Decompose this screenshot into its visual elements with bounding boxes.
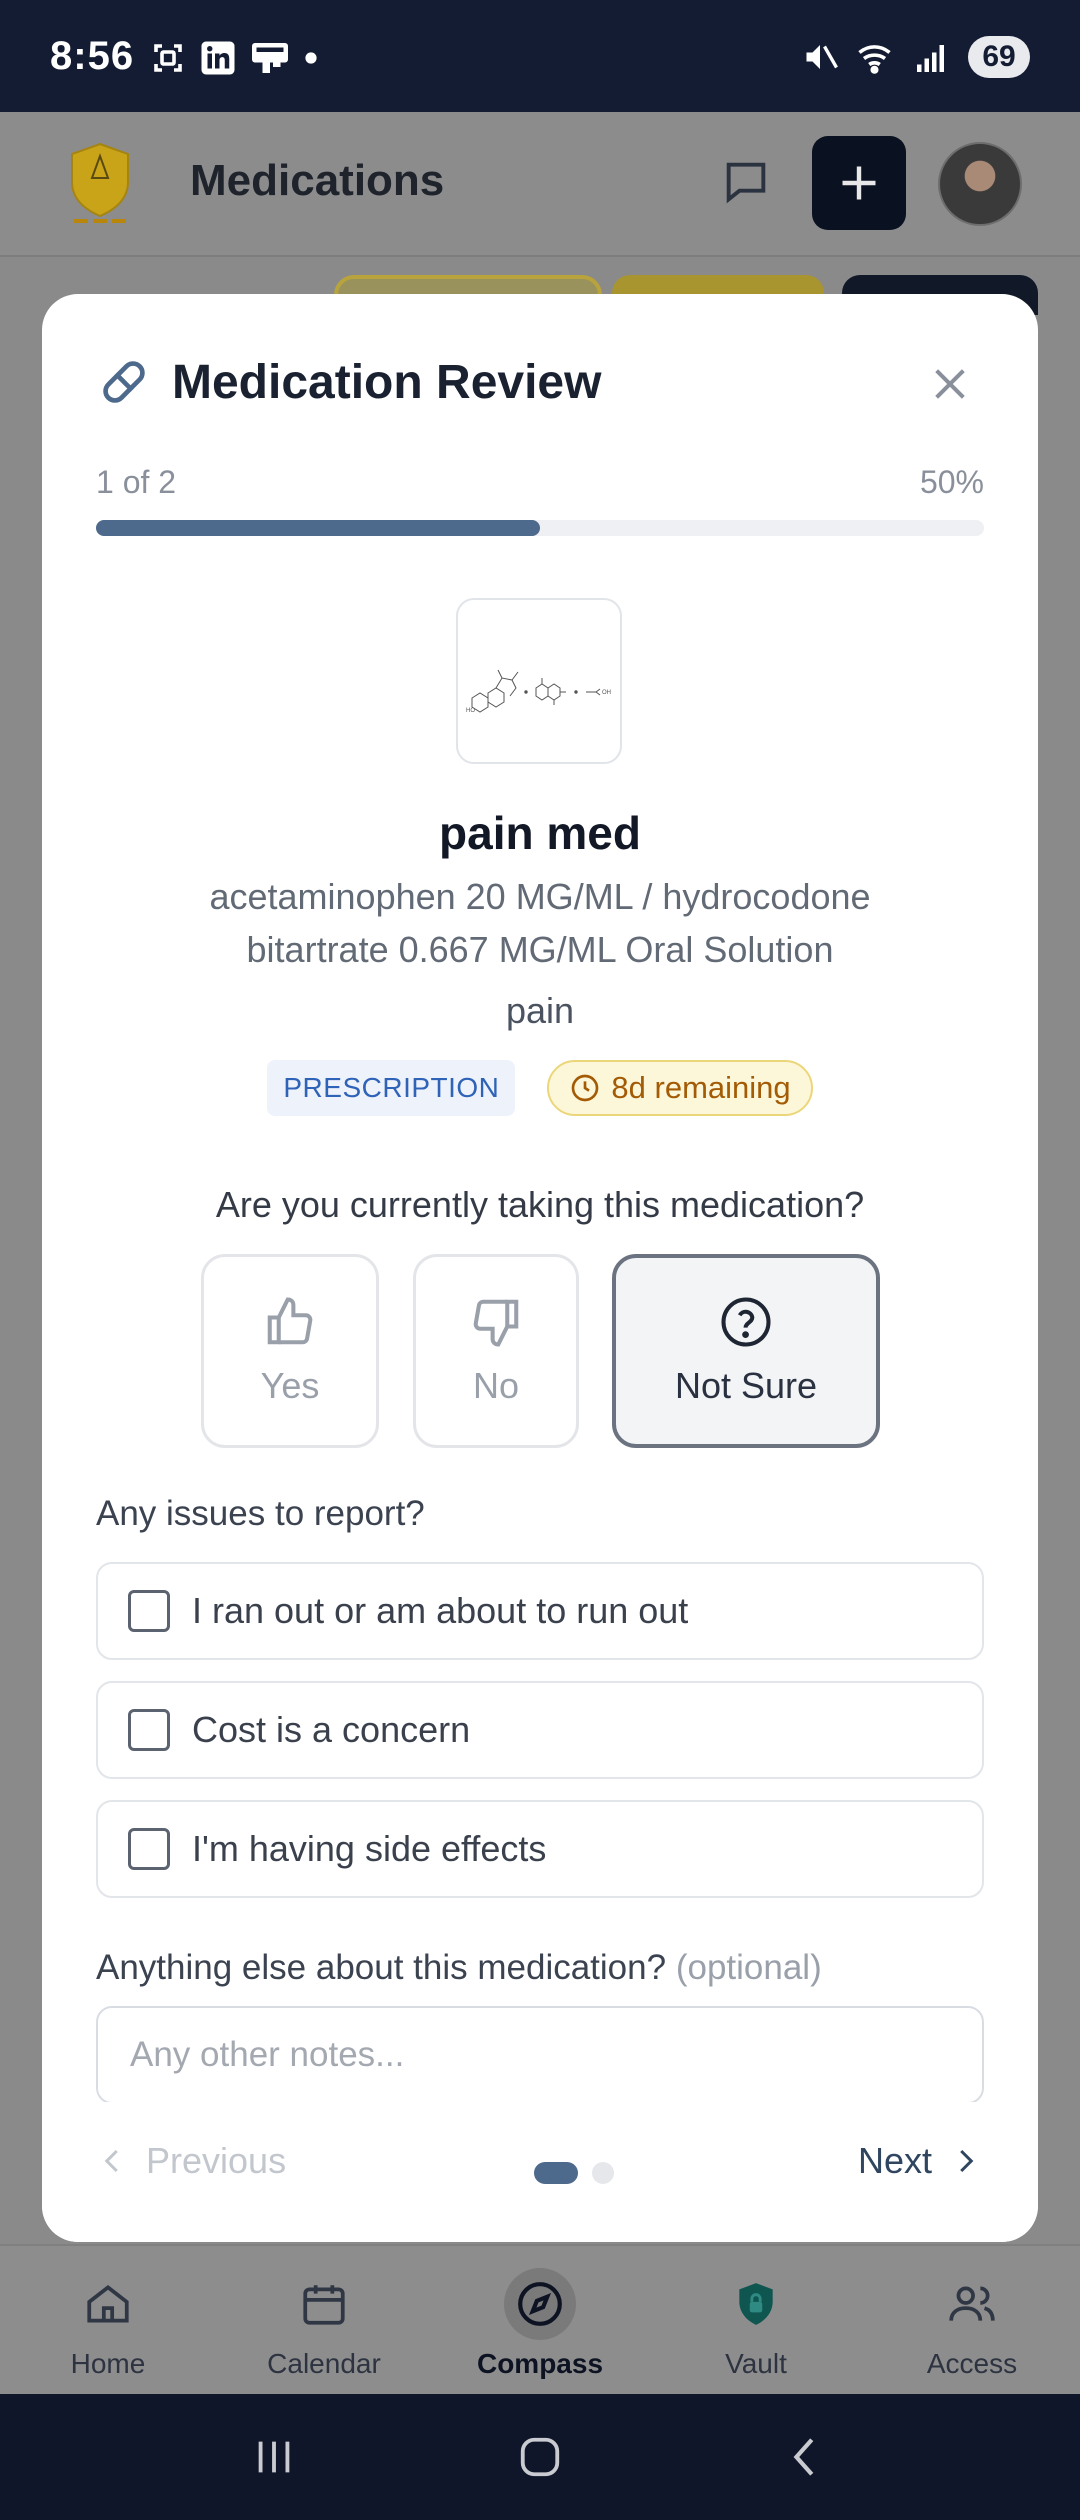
nav-label: Access <box>926 2348 1018 2379</box>
progress-label: 1 of 2 <box>96 464 177 500</box>
mute-icon <box>806 45 838 69</box>
issue-label: Cost is a concern <box>192 1709 471 1750</box>
answer-label: Not Sure <box>674 1365 818 1406</box>
previous-label: Previous <box>146 2140 287 2181</box>
system-status-icons: 69 <box>802 36 1030 78</box>
page-dot-1[interactable] <box>534 2162 578 2184</box>
issue-label: I ran out or am about to run out <box>192 1590 689 1631</box>
page-dot-2[interactable] <box>592 2162 614 2184</box>
nav-label: Home <box>70 2348 146 2379</box>
linkedin-icon <box>201 41 235 75</box>
thumbs-up-icon <box>267 1297 313 1345</box>
notes-label-text: Anything else about this medication? <box>96 1948 667 1987</box>
question-circle-icon <box>721 1297 771 1347</box>
signal-icon <box>917 45 944 72</box>
remaining-text: 8d remaining <box>611 1070 791 1105</box>
back-icon[interactable] <box>783 2434 829 2480</box>
issue-side-effects-option[interactable]: I'm having side effects <box>96 1800 984 1898</box>
answer-yes-button[interactable]: Yes <box>201 1254 379 1448</box>
wifi-icon <box>858 45 891 74</box>
nav-home[interactable]: Home <box>0 2246 216 2394</box>
system-nav-bar <box>0 2394 1080 2520</box>
medication-reason: pain <box>505 990 575 1031</box>
progress-fill <box>96 520 540 536</box>
plus-icon <box>842 166 876 200</box>
svg-text:HO: HO <box>466 708 475 714</box>
medication-structure-image: HO OH <box>456 598 622 764</box>
dot-icon <box>305 52 317 64</box>
issue-label: I'm having side effects <box>192 1828 547 1869</box>
lock-shield-icon <box>720 2268 792 2340</box>
remaining-badge: 8d remaining <box>547 1060 813 1116</box>
nav-compass[interactable]: Compass <box>432 2246 648 2394</box>
home-button-icon[interactable] <box>517 2434 563 2480</box>
medication-badges: PRESCRIPTION 8d remaining <box>42 1060 1038 1116</box>
battery-indicator: 69 <box>968 36 1030 78</box>
nav-calendar[interactable]: Calendar <box>216 2246 432 2394</box>
status-bar: 8:56 69 <box>0 0 1080 112</box>
users-icon <box>936 2268 1008 2340</box>
checkbox[interactable] <box>128 1709 170 1751</box>
next-label: Next <box>857 2140 932 2181</box>
taking-question: Are you currently taking this medication… <box>215 1184 865 1225</box>
compass-icon <box>504 2268 576 2340</box>
answer-label: Yes <box>260 1365 320 1406</box>
prescription-badge: PRESCRIPTION <box>267 1060 516 1116</box>
pagination-dots <box>534 2162 614 2184</box>
page-title: Medications <box>190 156 445 205</box>
close-icon <box>935 369 965 399</box>
answer-label: No <box>472 1365 520 1406</box>
nav-label: Calendar <box>267 2348 381 2379</box>
screenshot-icon <box>154 44 182 72</box>
checkbox[interactable] <box>128 1590 170 1632</box>
medication-name: pain med <box>439 807 641 859</box>
avatar[interactable] <box>938 142 1022 226</box>
medication-description: acetaminophen 20 MG/ML / hydrocodone bit… <box>209 876 871 970</box>
add-button[interactable] <box>812 136 906 230</box>
app-notification-icon <box>252 43 288 73</box>
nav-label: Compass <box>476 2348 604 2379</box>
bottom-nav: Home Calendar Compass Vault Access <box>0 2244 1080 2394</box>
svg-text:OH: OH <box>602 690 611 696</box>
modal-header: Medication Review <box>96 354 601 410</box>
chat-icon[interactable] <box>720 156 772 213</box>
notes-label: Anything else about this medication? (op… <box>96 1948 822 1988</box>
notes-input[interactable] <box>96 2006 984 2104</box>
previous-button[interactable]: Previous <box>98 2140 286 2182</box>
notification-icons <box>150 40 318 76</box>
issue-cost-option[interactable]: Cost is a concern <box>96 1681 984 1779</box>
modal-title: Medication Review <box>172 355 602 409</box>
issues-label: Any issues to report? <box>96 1494 425 1533</box>
nav-label: Vault <box>725 2348 787 2379</box>
next-button[interactable]: Next <box>858 2140 980 2182</box>
notes-optional-text: (optional) <box>675 1948 822 1987</box>
status-time: 8:56 <box>50 34 135 78</box>
checkbox[interactable] <box>128 1828 170 1870</box>
chevron-right-icon <box>960 2149 974 2173</box>
app-logo <box>68 142 132 231</box>
progress-bar <box>96 520 984 536</box>
nav-access[interactable]: Access <box>864 2246 1080 2394</box>
chevron-left-icon <box>104 2149 118 2173</box>
close-button[interactable] <box>926 360 974 408</box>
issue-run-out-option[interactable]: I ran out or am about to run out <box>96 1562 984 1660</box>
app-header: Medications <box>0 112 1080 257</box>
home-icon <box>72 2268 144 2340</box>
modal-footer: Previous Next <box>42 2102 1038 2242</box>
progress-percent: 50% <box>919 464 984 500</box>
recent-apps-icon[interactable] <box>251 2434 297 2480</box>
answer-no-button[interactable]: No <box>413 1254 579 1448</box>
pill-icon <box>103 361 145 403</box>
calendar-icon <box>288 2268 360 2340</box>
nav-vault[interactable]: Vault <box>648 2246 864 2394</box>
thumbs-down-icon <box>473 1299 519 1347</box>
medication-review-modal: Medication Review 1 of 2 50% HO OH pain … <box>42 294 1038 2242</box>
answer-not-sure-button[interactable]: Not Sure <box>612 1254 880 1448</box>
clock-icon <box>572 1074 599 1102</box>
